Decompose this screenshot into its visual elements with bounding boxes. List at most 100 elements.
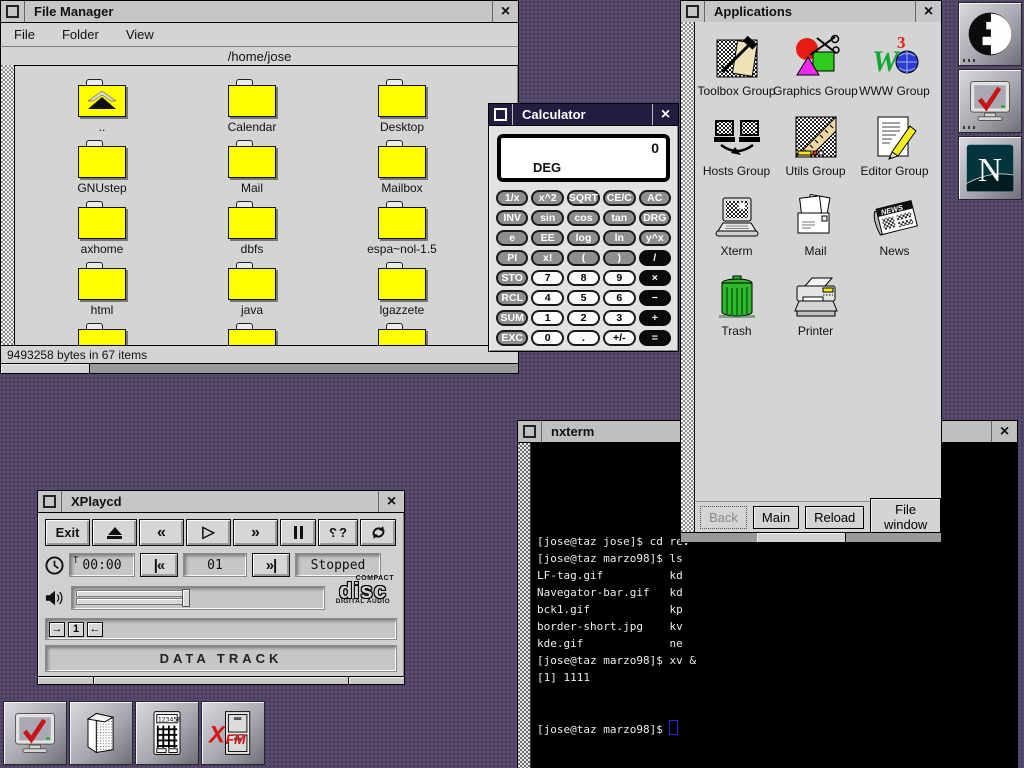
window-menu-button[interactable] (681, 1, 705, 22)
calc-button[interactable]: 5 (567, 290, 600, 306)
dock-tile-check-monitor-2[interactable] (3, 701, 67, 765)
scrollbar-thumb[interactable] (757, 533, 846, 542)
calc-button[interactable]: tan (603, 210, 635, 226)
folder-item[interactable]: axhome (27, 201, 177, 262)
window-menu-button[interactable] (38, 491, 62, 512)
app-item-editor-group[interactable]: Editor Group (855, 112, 934, 192)
calc-button[interactable]: 3 (603, 310, 635, 326)
app-item-trash[interactable]: Trash (697, 272, 776, 352)
close-icon[interactable]: × (915, 1, 941, 22)
shuffle-button[interactable]: ?? (318, 519, 358, 546)
calc-button[interactable]: 0 (531, 330, 563, 346)
app-item-xterm[interactable]: Xterm (697, 192, 776, 272)
calc-button[interactable]: x! (531, 250, 563, 266)
calc-button[interactable]: log (567, 230, 600, 246)
folder-item[interactable]: html (27, 262, 177, 323)
dock-tile-windowmaker[interactable] (958, 2, 1022, 66)
dock-tile-box[interactable] (69, 701, 133, 765)
file-window-button[interactable]: File window (870, 498, 941, 532)
vertical-scrollbar[interactable] (1, 65, 15, 345)
close-icon[interactable]: × (378, 491, 404, 512)
calc-button[interactable]: 4 (531, 290, 563, 306)
volume-slider-thumb[interactable] (182, 589, 190, 607)
folder-item[interactable]: lgazzete (327, 262, 477, 323)
menu-file[interactable]: File (14, 27, 35, 42)
close-icon[interactable]: × (991, 421, 1017, 442)
calc-button[interactable]: +/- (603, 330, 635, 346)
terminal-scrollbar[interactable] (518, 443, 531, 768)
calc-button[interactable]: SQRT (567, 190, 600, 206)
eject-button[interactable] (92, 519, 137, 546)
horizontal-scrollbar[interactable] (681, 532, 941, 542)
exit-button[interactable]: Exit (45, 519, 90, 546)
skip-back-button[interactable]: |« (140, 553, 178, 577)
vertical-scrollbar[interactable] (681, 22, 695, 532)
calc-button[interactable]: EE (531, 230, 563, 246)
dock-tile-calculator[interactable]: 123456 (135, 701, 199, 765)
calc-button[interactable]: cos (567, 210, 600, 226)
calc-button[interactable]: INV (496, 210, 528, 226)
calc-button[interactable]: sin (531, 210, 563, 226)
calc-button[interactable]: DRG (639, 210, 671, 226)
reload-button[interactable]: Reload (805, 506, 864, 529)
folder-item[interactable]: dbfs (177, 201, 327, 262)
back-button[interactable]: Back (700, 506, 747, 529)
folder-item[interactable]: .. (27, 79, 177, 140)
calc-button[interactable]: x^2 (531, 190, 563, 206)
app-item-news[interactable]: NEWS News (855, 192, 934, 272)
app-item-www-group[interactable]: W 3 WWW Group (855, 32, 934, 112)
calc-button[interactable]: 1/x (496, 190, 528, 206)
calc-button[interactable]: ) (603, 250, 635, 266)
calc-button[interactable]: × (639, 270, 671, 286)
forward-button[interactable]: » (233, 519, 278, 546)
calc-button[interactable]: ( (567, 250, 600, 266)
calc-button[interactable]: + (639, 310, 671, 326)
track-number-button[interactable]: 1 (68, 622, 84, 637)
track-next-button[interactable]: → (49, 622, 65, 637)
folder-item[interactable]: Mail (177, 140, 327, 201)
resize-bar[interactable] (38, 676, 404, 684)
window-menu-button[interactable] (489, 104, 513, 125)
folder-item[interactable] (327, 323, 477, 345)
dock-tile-check-monitor[interactable] (958, 69, 1022, 133)
calc-button[interactable]: 8 (567, 270, 600, 286)
calc-button[interactable]: EXC (496, 330, 528, 346)
pause-button[interactable] (280, 519, 316, 546)
close-icon[interactable]: × (492, 1, 518, 22)
app-item-utils-group[interactable]: Utils Group (776, 112, 855, 192)
folder-item[interactable] (177, 323, 327, 345)
menu-folder[interactable]: Folder (62, 27, 99, 42)
app-item-mail[interactable]: Mail (776, 192, 855, 272)
scrollbar-thumb[interactable] (1, 364, 90, 373)
calc-button[interactable]: STO (496, 270, 528, 286)
repeat-button[interactable] (360, 519, 396, 546)
calc-button[interactable]: . (567, 330, 600, 346)
track-prev-button[interactable]: ← (87, 622, 103, 637)
window-menu-button[interactable] (1, 1, 25, 22)
calc-button[interactable]: e (496, 230, 528, 246)
menu-view[interactable]: View (126, 27, 154, 42)
calc-button[interactable]: 2 (567, 310, 600, 326)
folder-item[interactable]: Mailbox (327, 140, 477, 201)
calculator-titlebar[interactable]: Calculator × (489, 104, 678, 126)
app-item-toolbox-group[interactable]: Toolbox Group (697, 32, 776, 112)
main-button[interactable]: Main (753, 506, 799, 529)
calc-button[interactable]: CE/C (603, 190, 635, 206)
calc-button[interactable]: / (639, 250, 671, 266)
folder-item[interactable]: espa~nol-1.5 (327, 201, 477, 262)
calc-button[interactable]: 1 (531, 310, 563, 326)
horizontal-scrollbar[interactable] (1, 363, 518, 373)
calc-button[interactable]: = (639, 330, 671, 346)
calc-button[interactable]: AC (639, 190, 671, 206)
folder-item[interactable] (27, 323, 177, 345)
close-icon[interactable]: × (652, 104, 678, 125)
folder-item[interactable]: Calendar (177, 79, 327, 140)
calc-button[interactable]: PI (496, 250, 528, 266)
app-item-printer[interactable]: Printer (776, 272, 855, 352)
applications-titlebar[interactable]: Applications × (681, 1, 941, 23)
calc-button[interactable]: SUM (496, 310, 528, 326)
rewind-button[interactable]: « (139, 519, 184, 546)
volume-slider[interactable] (71, 586, 325, 610)
calc-button[interactable]: 6 (603, 290, 635, 306)
calc-button[interactable]: 7 (531, 270, 563, 286)
